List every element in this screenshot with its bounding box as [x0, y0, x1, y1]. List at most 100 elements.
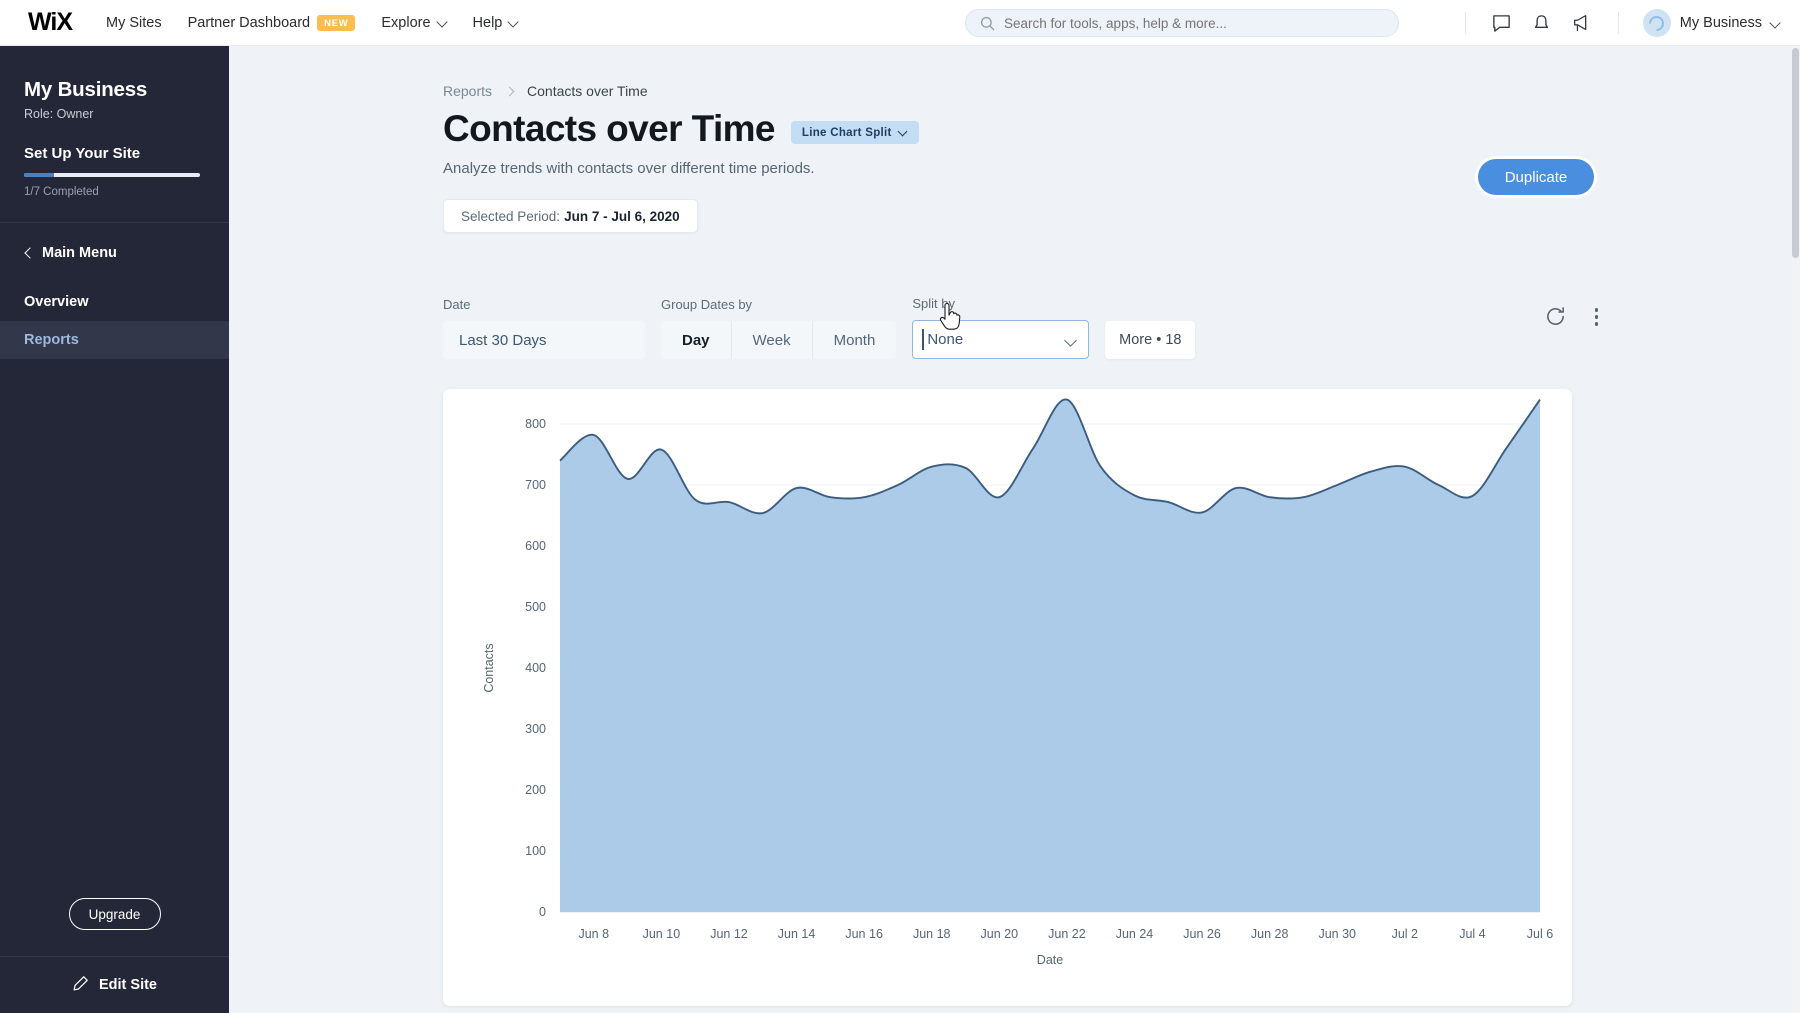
group-dates-option-month[interactable]: Month	[813, 321, 897, 359]
more-filters-group: More • 18	[1105, 321, 1196, 359]
svg-text:Jun 12: Jun 12	[710, 927, 748, 941]
chevron-down-icon	[438, 18, 447, 27]
svg-text:100: 100	[525, 844, 546, 858]
sidebar-business-name: My Business	[24, 78, 148, 101]
svg-text:Jul 2: Jul 2	[1392, 927, 1418, 941]
page-subtitle: Analyze trends with contacts over differ…	[443, 160, 815, 177]
pencil-icon	[72, 975, 89, 996]
group-dates-option-day[interactable]: Day	[661, 321, 732, 359]
svg-text:Jun 18: Jun 18	[913, 927, 951, 941]
sidebar-role: Role: Owner	[24, 107, 94, 121]
selected-period-value: Jun 7 - Jul 6, 2020	[564, 208, 680, 224]
filter-bar: Date Last 30 Days Group Dates by Day Wee…	[443, 296, 1196, 359]
svg-text:Contacts: Contacts	[482, 643, 496, 692]
svg-text:200: 200	[525, 783, 546, 797]
chart-type-label: Line Chart Split	[801, 126, 892, 139]
top-right-actions: My Business	[1449, 0, 1780, 46]
topnav-item-my-sites[interactable]: My Sites	[106, 15, 162, 31]
sidebar: My Business Role: Owner Set Up Your Site…	[0, 46, 229, 1013]
chevron-down-icon	[899, 128, 908, 137]
edit-site-button[interactable]: Edit Site	[0, 956, 229, 1013]
svg-text:Jun 14: Jun 14	[778, 927, 816, 941]
svg-text:Jun 20: Jun 20	[981, 927, 1019, 941]
duplicate-button[interactable]: Duplicate	[1478, 159, 1594, 195]
more-filters-button[interactable]: More • 18	[1105, 321, 1196, 359]
refresh-icon[interactable]	[1544, 305, 1567, 328]
bell-icon[interactable]	[1522, 13, 1562, 34]
page-title: Contacts over Time	[443, 108, 776, 149]
account-name: My Business	[1679, 15, 1762, 31]
top-nav-links: My Sites Partner Dashboard NEW Explore H…	[106, 14, 519, 31]
chart-card: 0 100 200 300 400 500 600 700 800 Jun 8 Jun 10 Jun …	[443, 389, 1572, 1006]
sidebar-item-overview[interactable]: Overview	[0, 283, 229, 321]
svg-text:Jun 8: Jun 8	[578, 927, 609, 941]
vertical-scrollbar[interactable]	[1791, 46, 1800, 1013]
svg-text:Date: Date	[1037, 953, 1063, 967]
group-dates-label: Group Dates by	[661, 297, 753, 312]
main-content: Reports Contacts over Time Contacts over…	[229, 46, 1800, 1013]
breadcrumb: Reports Contacts over Time	[443, 83, 1800, 99]
svg-text:700: 700	[525, 478, 546, 492]
svg-text:800: 800	[525, 417, 546, 431]
topnav-item-help[interactable]: Help	[473, 15, 519, 31]
date-filter-group: Date Last 30 Days	[443, 297, 645, 359]
svg-text:300: 300	[525, 722, 546, 736]
svg-text:500: 500	[525, 600, 546, 614]
topnav-label: Explore	[381, 14, 431, 31]
split-by-select[interactable]: None	[912, 320, 1090, 359]
search-icon	[980, 16, 995, 31]
svg-text:Jul 6: Jul 6	[1527, 927, 1553, 941]
new-badge: NEW	[317, 14, 356, 31]
selected-period-label: Selected Period:	[461, 208, 561, 224]
split-by-group: Split by None	[912, 296, 1090, 359]
setup-your-site-link[interactable]: Set Up Your Site	[24, 145, 205, 162]
svg-text:Jun 16: Jun 16	[845, 927, 883, 941]
chevron-left-icon	[24, 249, 32, 257]
setup-progress-label: 1/7 Completed	[24, 186, 99, 198]
global-search[interactable]	[965, 9, 1399, 37]
chat-icon[interactable]	[1482, 13, 1522, 34]
topnav-item-partner-dashboard[interactable]: Partner Dashboard NEW	[188, 14, 356, 31]
setup-progress-fill	[24, 173, 54, 177]
text-caret	[922, 329, 924, 350]
wix-logo[interactable]: WiX	[28, 8, 73, 37]
sidebar-header: My Business Role: Owner Set Up Your Site…	[0, 46, 229, 222]
contacts-over-time-area-chart: 0 100 200 300 400 500 600 700 800 Jun 8 Jun 10 Jun …	[482, 398, 1553, 967]
upgrade-button[interactable]: Upgrade	[68, 898, 161, 930]
svg-text:0: 0	[539, 905, 546, 919]
split-by-label: Split by	[912, 296, 955, 311]
main-menu-label: Main Menu	[42, 245, 117, 261]
title-row: Contacts over Time Line Chart Split	[443, 108, 1800, 150]
svg-text:Jun 28: Jun 28	[1251, 927, 1289, 941]
megaphone-icon[interactable]	[1562, 12, 1602, 34]
svg-text:600: 600	[525, 539, 546, 553]
svg-text:Jul 4: Jul 4	[1459, 927, 1485, 941]
date-filter-value[interactable]: Last 30 Days	[443, 321, 645, 359]
chevron-down-icon	[509, 18, 518, 27]
svg-text:Jun 24: Jun 24	[1116, 927, 1154, 941]
svg-text:400: 400	[525, 661, 546, 675]
breadcrumb-reports[interactable]: Reports	[443, 83, 492, 99]
topnav-label: Help	[472, 14, 503, 31]
account-menu[interactable]: My Business	[1642, 9, 1780, 37]
chart-type-chip[interactable]: Line Chart Split	[790, 120, 919, 144]
scrollbar-thumb[interactable]	[1792, 48, 1799, 258]
main-menu-back-button[interactable]: Main Menu	[0, 223, 229, 283]
svg-text:Jun 22: Jun 22	[1048, 927, 1086, 941]
search-input[interactable]	[1004, 15, 1384, 31]
selected-period-pill[interactable]: Selected Period: Jun 7 - Jul 6, 2020	[443, 199, 698, 233]
avatar	[1642, 9, 1671, 37]
divider	[1464, 12, 1466, 34]
chevron-down-icon	[1771, 19, 1780, 28]
kebab-menu-icon[interactable]	[1591, 304, 1603, 330]
breadcrumb-current: Contacts over Time	[527, 83, 648, 99]
topnav-item-explore[interactable]: Explore	[381, 15, 446, 31]
group-dates-option-week[interactable]: Week	[732, 321, 813, 359]
group-dates-segmented-control: Day Week Month	[661, 321, 897, 359]
search-box[interactable]	[965, 9, 1399, 37]
topnav-label: My Sites	[106, 14, 162, 31]
chevron-right-icon	[506, 88, 513, 95]
top-navigation-bar: WiX My Sites Partner Dashboard NEW Explo…	[0, 0, 1800, 46]
svg-text:Jun 10: Jun 10	[643, 927, 681, 941]
sidebar-item-reports[interactable]: Reports	[0, 321, 229, 359]
